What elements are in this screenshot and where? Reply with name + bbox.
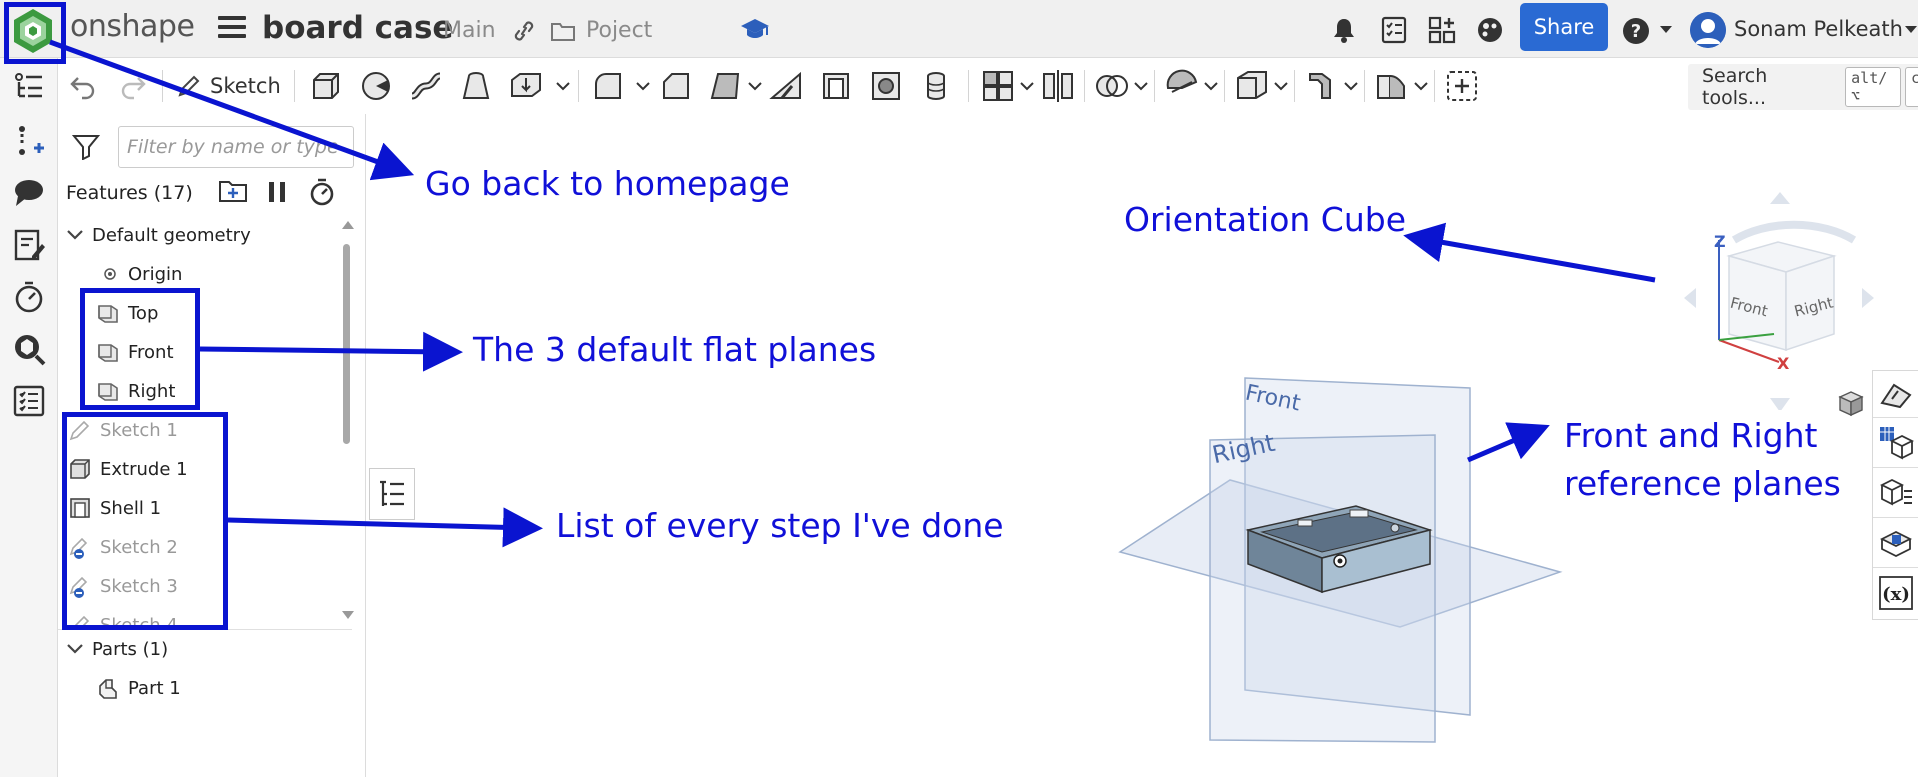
annotation-homepage: Go back to homepage	[425, 164, 790, 203]
annotation-default-planes: The 3 default flat planes	[473, 330, 877, 369]
annotation-steps-list: List of every step I've done	[556, 506, 1004, 545]
annotation-orientation-cube: Orientation Cube	[1124, 200, 1406, 239]
annotation-reference-planes-line1: Front and Right	[1564, 416, 1818, 455]
onshape-window: { "header": { "brand": "onshape", "docum…	[0, 0, 1918, 777]
annotation-arrows	[49, 39, 1656, 548]
annotation-reference-planes-line2: reference planes	[1564, 464, 1841, 503]
